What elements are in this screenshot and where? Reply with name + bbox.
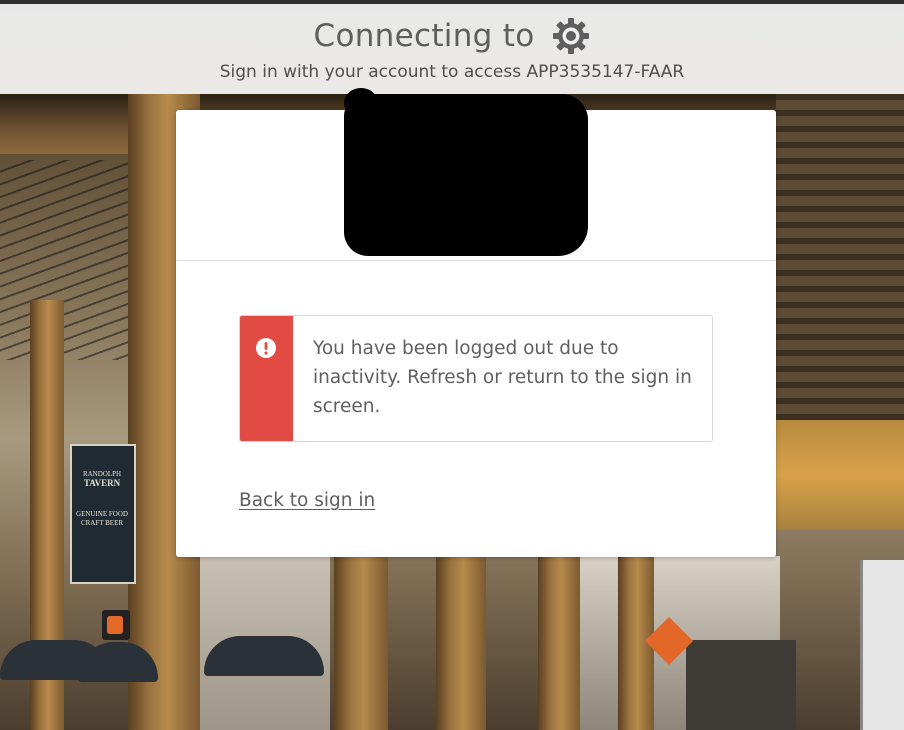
truck	[686, 640, 796, 730]
alert-message: You have been logged out due to inactivi…	[313, 338, 692, 417]
overhead-wires	[0, 160, 130, 360]
tavern-sign-line: GENUINE FOOD	[76, 510, 128, 518]
track-underside	[776, 94, 904, 424]
track-girder	[776, 420, 904, 530]
steel-column	[436, 556, 486, 730]
patio-umbrella	[204, 636, 324, 676]
redacted-logo	[344, 94, 588, 256]
tavern-sign-line: CRAFT BEER	[80, 519, 124, 527]
header-title-row: Connecting to	[0, 14, 904, 58]
white-vehicle	[860, 560, 904, 730]
steel-column	[334, 556, 388, 730]
logo-area	[176, 88, 776, 261]
exclamation-circle-icon	[255, 337, 277, 359]
alert-accent-bar	[240, 316, 293, 441]
error-alert: You have been logged out due to inactivi…	[239, 315, 713, 442]
login-page: RANDOLPH TAVERN GENUINE FOOD CRAFT BEER …	[0, 0, 904, 730]
page-title: Connecting to	[313, 18, 535, 54]
steel-column	[538, 556, 580, 730]
back-to-sign-in-link[interactable]: Back to sign in	[239, 490, 375, 511]
tavern-sign-line: TAVERN	[83, 478, 121, 488]
tavern-sign-text: RANDOLPH TAVERN GENUINE FOOD CRAFT BEER	[74, 470, 130, 528]
header: Connecting to Sign in with your account …	[0, 4, 904, 94]
gear-icon	[551, 16, 591, 56]
traffic-signal	[102, 610, 130, 640]
sign-in-card: You have been logged out due to inactivi…	[176, 88, 776, 557]
header-subtitle: Sign in with your account to access APP3…	[219, 62, 685, 82]
